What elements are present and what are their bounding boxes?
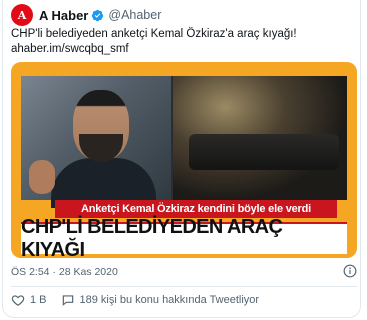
conversation-text: 189 kişi bu konu hakkında Tweetliyor xyxy=(79,294,260,306)
like-count: 1 B xyxy=(30,294,47,306)
info-icon[interactable] xyxy=(343,264,357,278)
tweet-actions: 1 B 189 kişi bu konu hakkında Tweetliyor xyxy=(11,292,273,308)
tweet-header: A A Haber @Ahaber xyxy=(11,4,161,26)
conversation-button[interactable]: 189 kişi bu konu hakkında Tweetliyor xyxy=(61,293,260,307)
tweet-card[interactable]: A A Haber @Ahaber CHP'li belediyeden ank… xyxy=(2,0,361,318)
media-image[interactable]: Anketçi Kemal Özkiraz kendini böyle ele … xyxy=(11,62,357,258)
heart-icon xyxy=(11,295,25,306)
author-name[interactable]: A Haber xyxy=(39,8,88,23)
media-headline: CHP'Lİ BELEDİYEDEN ARAÇ KIYAĞI xyxy=(21,216,347,258)
tweet-body: CHP'li belediyeden anketçi Kemal Özkiraz… xyxy=(11,28,297,40)
verified-badge-icon xyxy=(92,9,104,21)
car-shape xyxy=(189,134,339,170)
tweet-link[interactable]: ahaber.im/swcqbq_smf xyxy=(11,42,356,57)
tweet-timestamp[interactable]: ÖS 2:54 · 28 Kas 2020 xyxy=(11,266,118,278)
author-handle[interactable]: @Ahaber xyxy=(108,8,161,22)
divider xyxy=(11,286,357,287)
speech-bubble-icon xyxy=(62,295,73,306)
avatar[interactable]: A xyxy=(11,4,33,26)
media-photo-area xyxy=(21,76,347,208)
tweet-text: CHP'li belediyeden anketçi Kemal Özkiraz… xyxy=(11,27,356,57)
person-hand xyxy=(29,160,55,194)
like-button[interactable]: 1 B xyxy=(11,293,47,307)
